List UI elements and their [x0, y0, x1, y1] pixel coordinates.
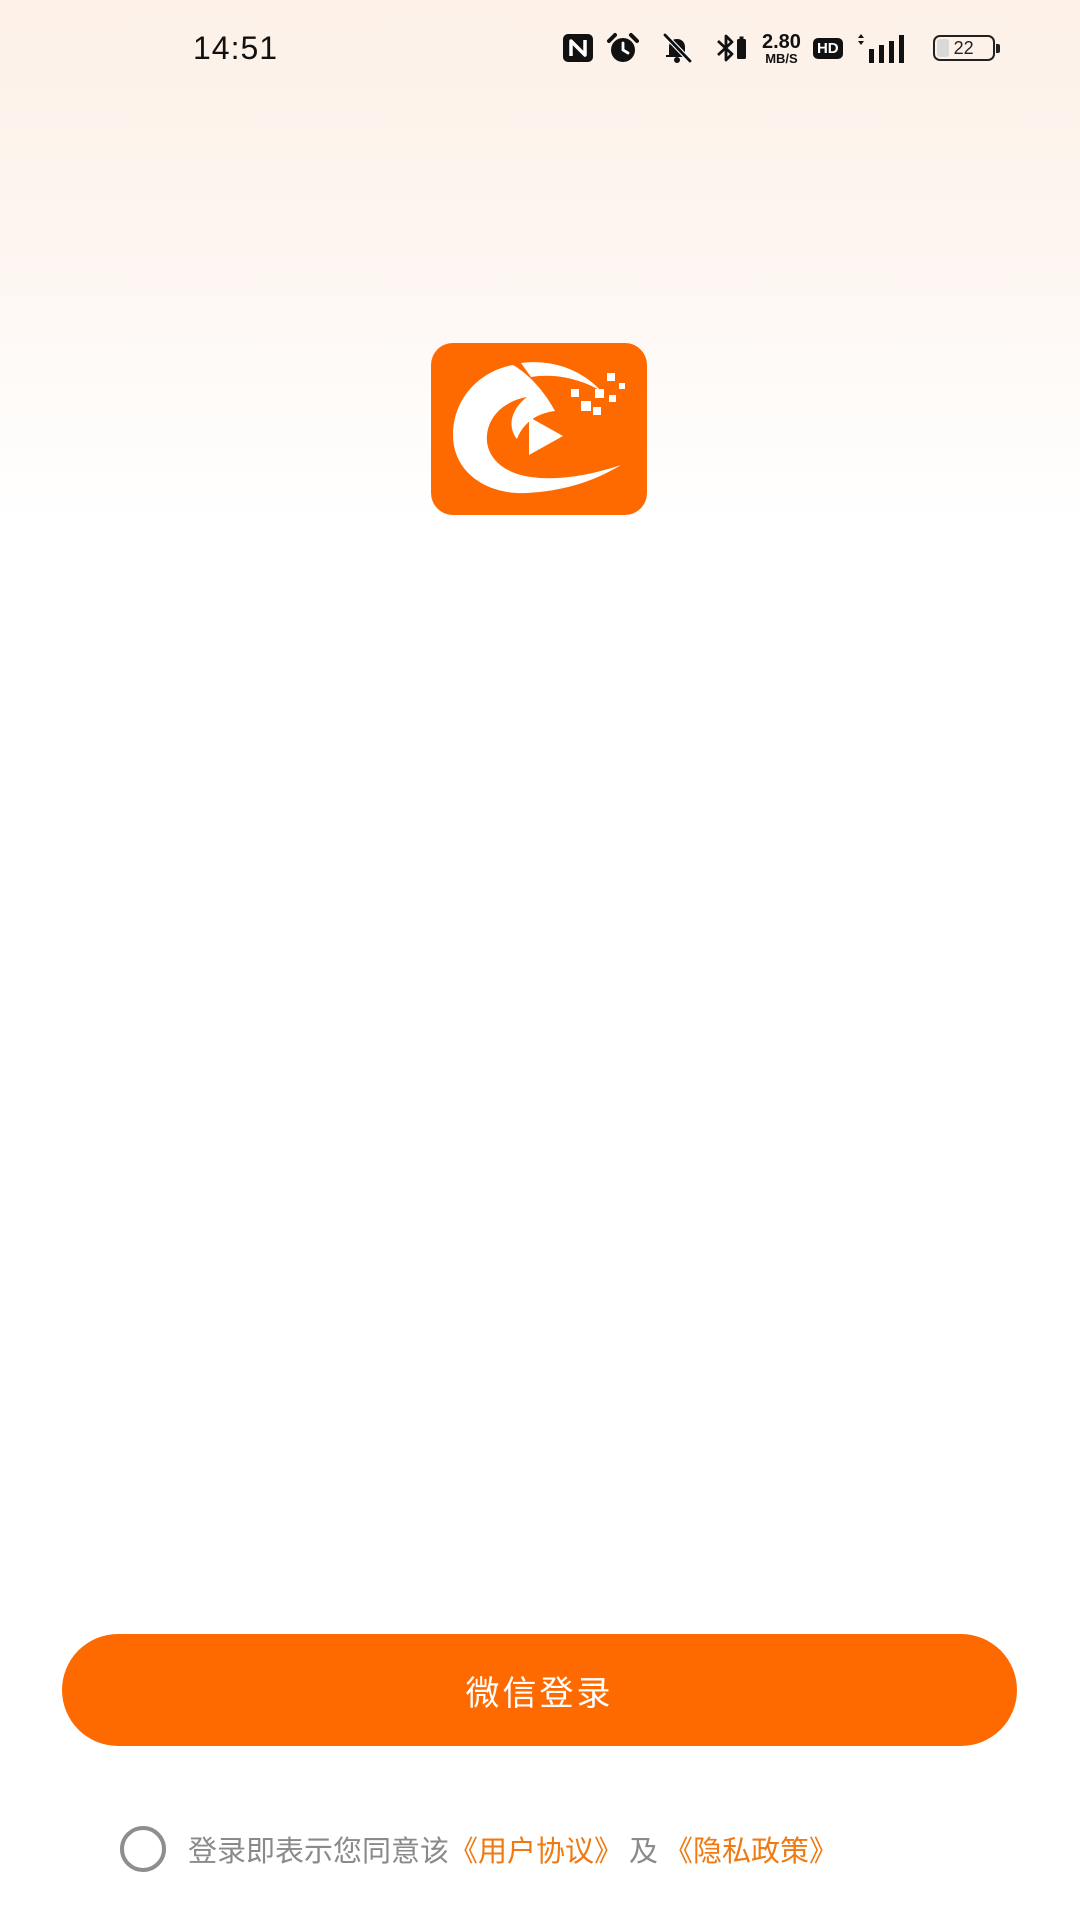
network-speed-unit: MB/S — [765, 50, 798, 66]
network-speed-value: 2.80 — [762, 30, 801, 53]
agreement-connector: 及 — [629, 1834, 659, 1868]
user-agreement-link[interactable]: 《用户协议》 — [449, 1828, 623, 1870]
privacy-policy-link[interactable]: 《隐私政策》 — [664, 1828, 838, 1870]
agreement-checkbox[interactable] — [120, 1826, 166, 1872]
agreement-prefix: 登录即表示您同意该 — [188, 1834, 450, 1868]
signal-5g-icon — [855, 31, 915, 65]
battery-level: 22 — [953, 37, 974, 58]
mute-bell-icon — [660, 32, 694, 64]
nfc-icon — [562, 33, 594, 63]
agreement-row: 登录即表示您同意该 《用户协议》 及 《隐私政策》 — [120, 1823, 838, 1875]
hd-icon: HD — [812, 37, 843, 59]
battery-fill — [936, 39, 950, 57]
status-icons: 2.80 MB/S HD 22 — [562, 28, 1000, 68]
battery-icon: 22 — [932, 35, 1000, 61]
app-logo — [431, 343, 647, 515]
network-speed: 2.80 MB/S — [762, 32, 801, 65]
status-bar: 14:51 2.80 MB/S HD 22 — [0, 0, 1080, 100]
status-time: 14:51 — [193, 30, 279, 66]
bluetooth-icon — [714, 32, 750, 64]
wechat-login-button[interactable]: 微信登录 — [62, 1634, 1017, 1746]
alarm-icon — [606, 32, 640, 64]
